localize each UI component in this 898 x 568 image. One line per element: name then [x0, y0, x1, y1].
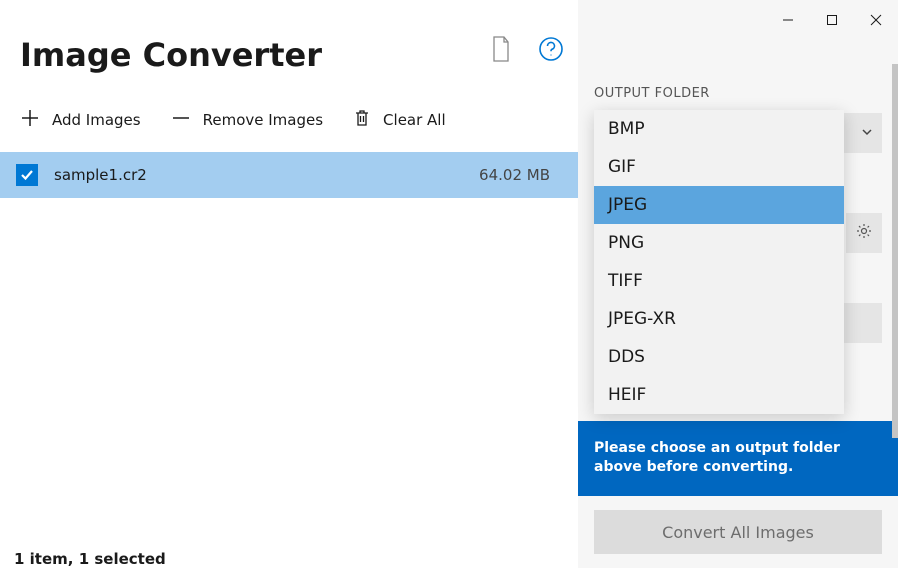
add-images-button[interactable]: Add Images [20, 108, 141, 132]
chevron-down-icon [860, 124, 874, 143]
file-checkbox[interactable] [16, 164, 38, 186]
gear-icon [855, 222, 873, 244]
plus-icon [20, 108, 40, 132]
format-option-png[interactable]: PNG [594, 224, 844, 262]
remove-images-button[interactable]: Remove Images [171, 108, 323, 132]
format-option-heif[interactable]: HEIF [594, 376, 844, 414]
help-icon[interactable] [538, 36, 564, 62]
window-controls [578, 0, 898, 40]
file-row[interactable]: sample1.cr2 64.02 MB [0, 152, 578, 198]
status-bar: 1 item, 1 selected [14, 550, 166, 568]
format-option-jpegxr[interactable]: JPEG-XR [594, 300, 844, 338]
clear-all-button[interactable]: Clear All [353, 108, 446, 132]
maximize-button[interactable] [810, 4, 854, 36]
format-option-tiff[interactable]: TIFF [594, 262, 844, 300]
format-dropdown: BMP GIF JPEG PNG TIFF JPEG-XR DDS HEIF [594, 110, 844, 414]
minimize-button[interactable] [766, 4, 810, 36]
remove-images-label: Remove Images [203, 111, 323, 129]
format-settings-button[interactable] [846, 213, 882, 253]
file-size: 64.02 MB [479, 166, 550, 184]
trash-icon [353, 108, 371, 132]
warning-banner: Please choose an output folder above bef… [578, 421, 898, 496]
main-panel: Image Converter Add Images [0, 0, 578, 568]
toolbar: Add Images Remove Images Clear All [0, 74, 578, 152]
file-name: sample1.cr2 [54, 166, 463, 184]
output-folder-label: OUTPUT FOLDER [594, 48, 882, 101]
format-option-jpeg[interactable]: JPEG [594, 186, 844, 224]
format-option-gif[interactable]: GIF [594, 148, 844, 186]
convert-button[interactable]: Convert All Images [594, 510, 882, 554]
clear-all-label: Clear All [383, 111, 446, 129]
add-images-label: Add Images [52, 111, 141, 129]
page-icon[interactable] [488, 36, 514, 62]
close-button[interactable] [854, 4, 898, 36]
format-option-dds[interactable]: DDS [594, 338, 844, 376]
scrollbar[interactable] [892, 64, 898, 438]
minus-icon [171, 108, 191, 132]
format-option-bmp[interactable]: BMP [594, 110, 844, 148]
